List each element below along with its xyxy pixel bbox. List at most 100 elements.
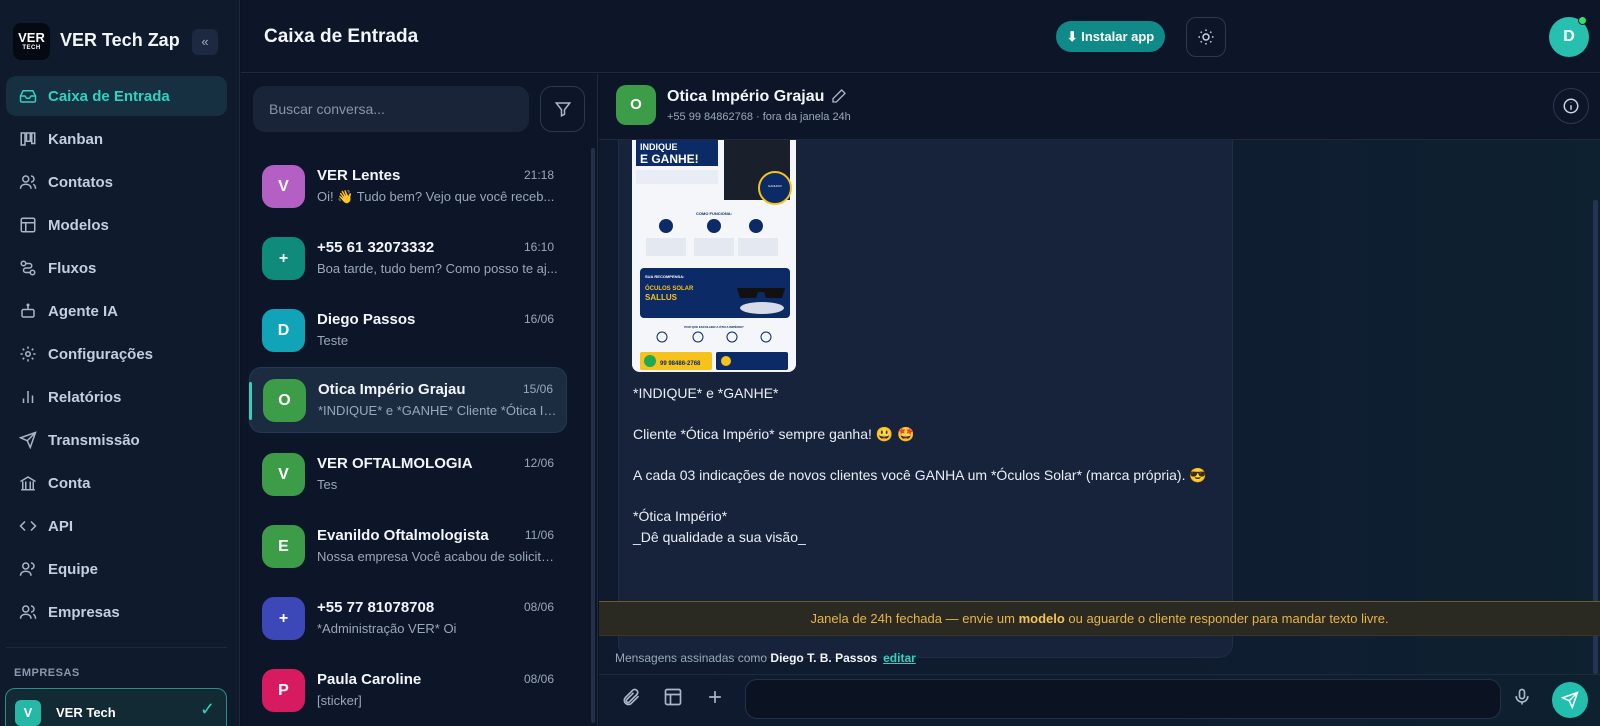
svg-text:GANHOU!: GANHOU! [768,184,782,188]
message-image[interactable]: INDIQUE E GANHE! GANHOU! COMO FUNCIONA: … [632,140,796,372]
chat-panel: INDIQUE E GANHE! GANHOU! COMO FUNCIONA: … [599,74,1600,726]
nav-item-transmissao[interactable]: Transmissão [6,420,227,460]
attach-button[interactable] [619,685,643,709]
nav-label: Equipe [48,560,99,578]
bank-icon [18,473,38,493]
theme-toggle-button[interactable] [1186,17,1226,57]
contact-name: Otica Império Grajau [667,88,825,105]
banner-bold: modelo [1018,611,1065,626]
nav-label: Transmissão [48,431,140,449]
nav-item-empresas[interactable]: Empresas [6,592,227,632]
conversation-item[interactable]: D Diego Passos 16/06 Teste [249,298,567,364]
conversation-item[interactable]: E Evanildo Oftalmologista 11/06 Nossa em… [249,514,567,580]
collapse-sidebar-button[interactable]: « [192,29,218,55]
app-title: VER Tech Zap [60,30,180,50]
nav-label: Modelos [48,216,109,234]
nav-label: Relatórios [48,388,122,406]
conversation-item[interactable]: V VER Lentes 21:18 Oi! 👋 Tudo bem? Vejo … [249,154,567,220]
message-line: *Ótica Império* [633,508,728,524]
conversation-preview: *INDIQUE* e *GANHE* Cliente *Ótica Im... [318,403,560,418]
filter-button[interactable] [540,86,585,132]
conversation-avatar: D [262,309,305,352]
add-button[interactable] [703,685,727,709]
send-button[interactable] [1552,682,1588,718]
message-line: _Dê qualidade a sua visão_ [633,529,806,545]
flyer-headline-2: E GANHE! [640,152,699,166]
nav-label: Caixa de Entrada [48,87,170,105]
search-input[interactable]: Buscar conversa... [253,86,529,132]
nav-item-relatorios[interactable]: Relatórios [6,377,227,417]
bar-chart-icon [18,387,38,407]
nav-item-api[interactable]: API [6,506,227,546]
conversation-preview: Oi! 👋 Tudo bem? Vejo que você receb... [317,189,555,204]
nav-item-contatos[interactable]: Contatos [6,162,227,202]
kanban-icon [18,129,38,149]
nav-label: Empresas [48,603,120,621]
conversation-time: 08/06 [523,600,554,614]
top-bar: Caixa de Entrada ⬇ Instalar app D [241,0,1600,73]
company-card[interactable]: V VER Tech ✓ [5,688,227,726]
nav-item-equipe[interactable]: Equipe [6,549,227,589]
voice-button[interactable] [1510,685,1534,709]
conversation-name: Otica Império Grajau [318,381,466,398]
code-icon [18,516,38,536]
nav-item-caixa-de-entrada[interactable]: Caixa de Entrada [6,76,227,116]
contact-subtitle: +55 99 84862768 · fora da janela 24h [667,111,851,123]
conversation-item[interactable]: V VER OFTALMOLOGIA 12/06 Tes [249,442,567,508]
nav-item-modelos[interactable]: Modelos [6,205,227,245]
microphone-icon [1512,687,1532,707]
conversation-item[interactable]: P Paula Caroline 08/06 [sticker] [249,658,567,724]
conversation-avatar: E [262,525,305,568]
divider [6,647,227,648]
message-line: Cliente *Ótica Império* sempre ganha! 😃 … [633,426,915,442]
nav-label: Configurações [48,345,154,363]
nav-item-agente-ia[interactable]: Agente IA [6,291,227,331]
check-icon: ✓ [200,699,216,719]
nav-item-fluxos[interactable]: Fluxos [6,248,227,288]
conversation-item[interactable]: + +55 61 32073332 16:10 Boa tarde, tudo … [249,226,567,292]
conversation-item[interactable]: + +55 77 81078708 08/06 *Administração V… [249,586,567,652]
nav-item-kanban[interactable]: Kanban [6,119,227,159]
flyer-reward: SUA RECOMPENSA: [645,274,684,279]
conversation-preview: *Administração VER* Oi [317,621,457,636]
flyer-product-1: ÓCULOS SOLAR [645,284,694,292]
conversation-list: Buscar conversa... V VER Lentes 21:18 Oi… [241,74,598,726]
nav-item-configuracoes[interactable]: Configurações [6,334,227,374]
flows-icon [18,258,38,278]
scrollbar[interactable] [591,148,595,723]
app-logo: VER TECH [13,23,50,60]
nav-label: Fluxos [48,259,97,277]
info-icon [1562,97,1580,115]
conversation-item-active[interactable]: O Otica Império Grajau 15/06 *INDIQUE* e… [249,367,567,433]
contact-info-button[interactable] [1553,88,1589,124]
templates-icon [663,687,683,707]
nav-label: Agente IA [48,302,119,320]
conversation-preview: [sticker] [317,693,362,708]
conversation-time: 16:10 [523,240,554,254]
conversation-preview: Boa tarde, tudo bem? Como posso te aj... [317,261,558,276]
message-line: *INDIQUE* e *GANHE* [633,385,779,401]
template-button[interactable] [661,685,685,709]
message-input[interactable] [745,679,1501,719]
edit-name-icon[interactable] [831,88,847,104]
banner-text-end: ou aguarde o cliente responder para mand… [1064,611,1389,626]
flyer-why: POR QUE ESCOLHER A ÓTICA IMPÉRIO? [684,324,744,329]
page-title: Caixa de Entrada [264,26,419,47]
conversation-time: 21:18 [523,168,554,182]
paperclip-icon [621,687,641,707]
signature-prefix: Mensagens assinadas como [615,651,771,665]
nav-label: Kanban [48,130,104,148]
online-status-dot [1578,16,1587,25]
install-app-button[interactable]: ⬇ Instalar app [1056,21,1165,52]
conversation-name: +55 61 32073332 [317,239,435,256]
nav-item-conta[interactable]: Conta [6,463,227,503]
section-label: EMPRESAS [14,667,80,679]
plus-icon [705,687,725,707]
edit-signature-link[interactable]: editar [883,651,916,665]
active-indicator [249,382,252,420]
gear-icon [18,344,38,364]
inbox-icon [18,86,38,106]
chat-header: O Otica Império Grajau +55 99 84862768 ·… [599,74,1600,140]
conversation-avatar: V [262,453,305,496]
conversation-name: Diego Passos [317,311,416,328]
